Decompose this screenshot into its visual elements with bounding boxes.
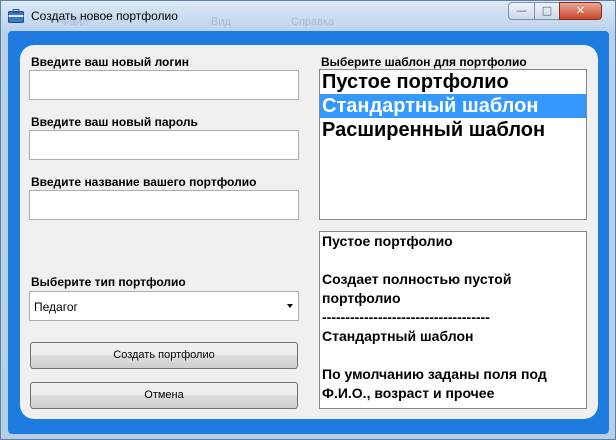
window-title: Создать новое портфолио — [31, 9, 178, 23]
template-listbox[interactable]: Пустое портфолио Стандартный шаблон Расш… — [319, 69, 587, 220]
login-label: Введите ваш новый логин — [31, 55, 189, 69]
portfolio-type-value: Педагог — [34, 300, 78, 314]
password-label: Введите ваш новый пароль — [31, 115, 198, 129]
close-button[interactable]: ✕ — [559, 2, 602, 20]
maximize-button[interactable]: □ — [534, 2, 560, 20]
portfolio-name-input[interactable] — [29, 190, 299, 220]
template-item[interactable]: Стандартный шаблон — [320, 94, 586, 118]
description-line: Создает полностью пустой — [322, 271, 512, 287]
description-line — [320, 251, 586, 270]
login-input[interactable] — [29, 70, 299, 100]
template-label: Выберите шаблон для портфолио — [321, 55, 527, 69]
ghost-menu-item: Вид — [211, 16, 231, 28]
portfolio-type-label: Выберите тип портфолио — [31, 275, 186, 289]
template-item[interactable]: Расширенный шаблон — [320, 118, 586, 142]
template-description[interactable]: Пустое портфолио Создает полностью пусто… — [319, 231, 587, 409]
template-item[interactable]: Пустое портфолио — [320, 70, 586, 94]
portfolio-type-select[interactable]: Педагог — [29, 291, 299, 321]
description-line: Пустое портфолио — [322, 233, 453, 249]
ghost-menu-item: Справка — [291, 16, 335, 28]
chevron-down-icon[interactable] — [287, 304, 293, 308]
app-window: Создать новое портфолио Файл Вид Справка… — [0, 0, 616, 440]
create-portfolio-button[interactable]: Создать портфолио — [30, 342, 298, 369]
portfolio-name-label: Введите название вашего портфолио — [31, 175, 257, 189]
minimize-button[interactable]: — — [508, 2, 535, 20]
description-line: портфолио — [322, 290, 401, 306]
description-line: По умолчанию заданы поля под — [322, 366, 547, 382]
ghost-menu-item: Файл — [61, 16, 89, 28]
portfolio-app-icon — [8, 9, 24, 23]
password-input[interactable] — [29, 130, 299, 160]
cancel-button[interactable]: Отмена — [30, 382, 298, 409]
description-line: Стандартный шаблон — [322, 328, 474, 344]
description-line: Ф.И.О., возраст и прочее — [322, 385, 495, 401]
title-bar[interactable]: Создать новое портфолио Файл Вид Справка… — [1, 1, 615, 31]
description-line: ------------------------------------ — [322, 309, 490, 325]
description-line — [320, 346, 586, 365]
